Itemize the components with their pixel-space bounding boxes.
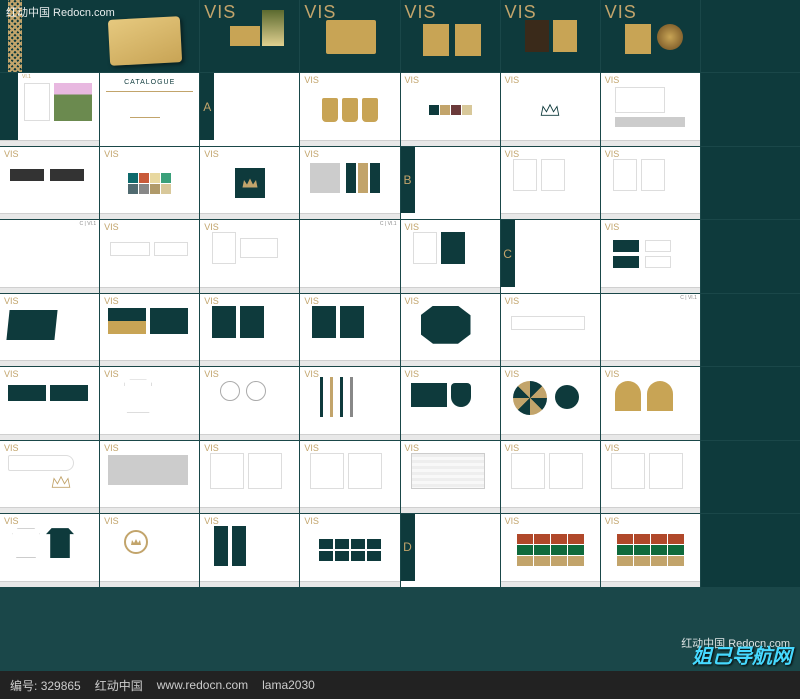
thumbnail-r3c3: VIS [200,147,299,219]
thumbnail-r5c6: VIS [501,294,600,366]
thumbnail-r7c4: VIS [300,441,399,513]
catalogue-thumbnail: CATALOGUE [100,73,199,145]
thumbnail-r1c5: VIS [401,0,500,72]
thumbnail-r7c6: VIS [501,441,600,513]
thumbnail-r7c5: VIS [401,441,500,513]
thumbnail-r6c7: VIS [601,367,700,439]
section-letter-a: A [203,100,211,114]
thumbnail-r3c6: VIS [501,147,600,219]
thumbnail-r4c2: VIS [100,220,199,292]
thumbnail-r1c7: VIS [601,0,700,72]
thumbnail-r8c3: VIS [200,514,299,586]
thumbnail-r4c7: VIS [601,220,700,292]
thumbnail-r6c5: VIS [401,367,500,439]
thumbnail-r6c6: VIS [501,367,600,439]
thumbnail-r1c3: VIS [200,0,299,72]
thumbnail-r4c3: VIS [200,220,299,292]
thumbnail-r7c8-blank [701,441,800,513]
footer-site: 红动中国 [95,677,143,694]
thumbnail-r4c1: C | VI.1 [0,220,99,292]
crown-icon [539,103,561,117]
thumbnail-r8c4: VIS [300,514,399,586]
thumbnail-r1c8-blank [701,0,800,72]
thumbnail-r3c1: VIS [0,147,99,219]
thumbnail-r5c7: C | VI.1 [601,294,700,366]
thumbnail-r5c5: VIS [401,294,500,366]
thumbnail-r4c5: VIS [401,220,500,292]
gold-card-icon [108,16,182,66]
thumbnail-r8c8-blank [701,514,800,586]
section-letter-b: B [403,173,411,187]
section-letter-c: C [503,247,512,261]
thumbnail-r6c1: VIS [0,367,99,439]
thumbnail-r4c8-blank [701,220,800,292]
thumbnail-r8c2: VIS [100,514,199,586]
section-b-thumbnail: B [401,147,500,219]
thumbnail-r5c8-blank [701,294,800,366]
vis-label: VIS [605,2,637,23]
footer-bar: 编号: 329865 红动中国 www.redocn.com lama2030 [0,671,800,699]
thumbnail-r5c1: VIS [0,294,99,366]
thumbnail-r5c3: VIS [200,294,299,366]
nav-watermark: 姐己导航网 [692,640,792,669]
section-c-thumbnail: C [501,220,600,292]
thumbnail-r2c4: VIS [300,73,399,145]
section-letter-d: D [403,540,412,554]
section-d-thumbnail: D [401,514,500,586]
thumbnail-r6c2: VIS [100,367,199,439]
thumbnail-r5c4: VIS [300,294,399,366]
thumbnail-r3c8-blank [701,147,800,219]
thumbnail-r7c1: VIS [0,441,99,513]
thumbnail-r2c5: VIS [401,73,500,145]
section-a-thumbnail: A [200,73,299,145]
thumbnail-r2c6: VIS [501,73,600,145]
thumbnail-r2c8-blank [701,73,800,145]
thumbnail-r3c4: VIS [300,147,399,219]
watermark-top-left: 红动中国 Redocn.com [6,4,115,20]
thumbnail-r8c1: VIS [0,514,99,586]
thumbnail-r1c6: VIS [501,0,600,72]
thumbnail-r7c2: VIS [100,441,199,513]
thumbnail-r2c1: VI.1 [0,73,99,145]
thumbnail-r8c7: VIS [601,514,700,586]
thumbnail-r3c2: VIS [100,147,199,219]
thumbnail-r6c3: VIS [200,367,299,439]
template-thumbnail-grid: VIS VIS VIS VIS VIS VI.1 CATALOGUE A VIS [0,0,800,660]
thumbnail-r8c6: VIS [501,514,600,586]
umbrella-icon [513,381,547,415]
thumbnail-r3c7: VIS [601,147,700,219]
footer-url: www.redocn.com [157,678,248,692]
thumbnail-r1c4: VIS [300,0,399,72]
thumbnail-r2c7: VIS [601,73,700,145]
vis-label: VIS [204,2,236,23]
thumbnail-r7c7: VIS [601,441,700,513]
thumbnail-r6c4: VIS [300,367,399,439]
footer-author: lama2030 [262,678,315,692]
thumbnail-r4c4: C | VI.1 [300,220,399,292]
footer-id-label: 编号: 329865 [10,677,81,694]
thumbnail-r7c3: VIS [200,441,299,513]
catalogue-title: CATALOGUE [100,79,199,86]
vis-label: VIS [405,2,437,23]
thumbnail-r5c2: VIS [100,294,199,366]
thumbnail-r6c8-blank [701,367,800,439]
